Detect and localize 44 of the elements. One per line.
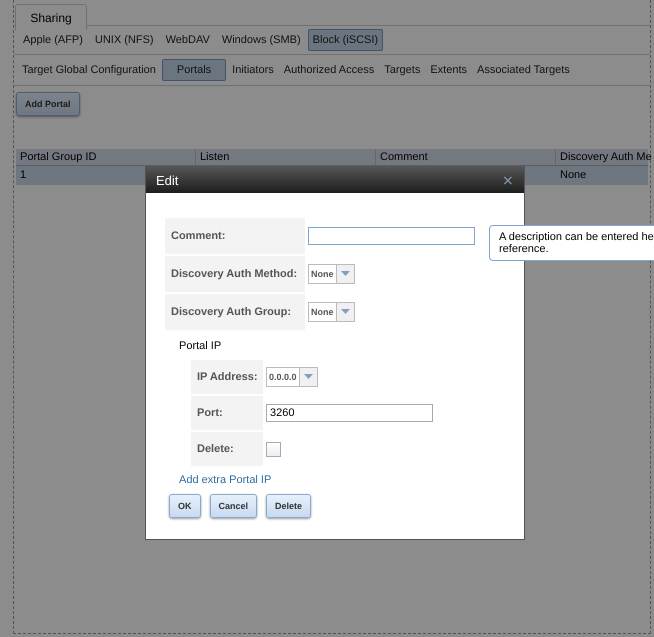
field-label: Port: xyxy=(191,396,263,430)
sharing-tab[interactable]: Sharing xyxy=(15,4,87,30)
table-cell: 1 xyxy=(20,169,26,181)
share-tab[interactable]: UNIX (NFS) xyxy=(90,29,159,51)
delete-checkbox[interactable] xyxy=(266,442,281,456)
field-label: IP Address: xyxy=(191,360,263,394)
add-portal-ip-link[interactable]: Add extra Portal IP xyxy=(179,474,272,486)
tooltip-text: reference. xyxy=(499,243,550,255)
dialog-button[interactable]: OK xyxy=(169,494,200,518)
caret-icon xyxy=(340,309,350,315)
dialog-title: Edit xyxy=(156,172,178,188)
iscsi-tab[interactable]: Authorized Access xyxy=(280,59,378,81)
field-label: Discovery Auth Group: xyxy=(165,294,305,330)
iscsi-tab[interactable]: Associated Targets xyxy=(473,59,574,81)
caret-icon xyxy=(304,374,313,380)
close-button[interactable]: ⨯ xyxy=(502,172,514,188)
share-tab[interactable]: Windows (SMB) xyxy=(216,29,306,51)
dropdown[interactable]: None xyxy=(308,264,354,284)
column-header[interactable]: Listen xyxy=(196,149,376,165)
iscsi-tab[interactable]: Initiators xyxy=(228,59,278,81)
iscsi-tab[interactable]: Extents xyxy=(426,59,472,81)
share-tab[interactable]: Block (iSCSI) xyxy=(308,29,384,51)
column-header[interactable]: Comment xyxy=(376,149,556,165)
iscsi-tab[interactable]: Target Global Configuration xyxy=(18,59,160,81)
share-tab[interactable]: WebDAV xyxy=(160,29,215,51)
add-portal-button[interactable]: Add Portal xyxy=(16,92,80,116)
column-header[interactable]: Portal Group ID xyxy=(16,149,196,165)
dropdown[interactable]: 0.0.0.0 xyxy=(266,367,318,387)
field-label: Discovery Auth Method: xyxy=(165,256,305,292)
dropdown[interactable]: None xyxy=(308,302,354,322)
caret-icon xyxy=(340,271,350,277)
tooltip-text: A description can be entered he xyxy=(499,231,654,243)
field-label: Delete: xyxy=(191,432,263,466)
iscsi-tab[interactable]: Portals xyxy=(162,59,226,81)
table-cell: None xyxy=(560,169,586,181)
section-heading: Portal IP xyxy=(178,339,222,354)
dialog-button[interactable]: Cancel xyxy=(210,494,258,518)
column-header[interactable]: Discovery Auth Me xyxy=(556,149,654,165)
comment-field[interactable] xyxy=(308,227,475,245)
dialog-button[interactable]: Delete xyxy=(266,494,312,518)
iscsi-tab[interactable]: Targets xyxy=(380,59,424,81)
share-tab[interactable]: Apple (AFP) xyxy=(18,29,88,51)
port-field[interactable]: 3260 xyxy=(266,404,433,422)
field-label: Comment: xyxy=(165,218,305,254)
